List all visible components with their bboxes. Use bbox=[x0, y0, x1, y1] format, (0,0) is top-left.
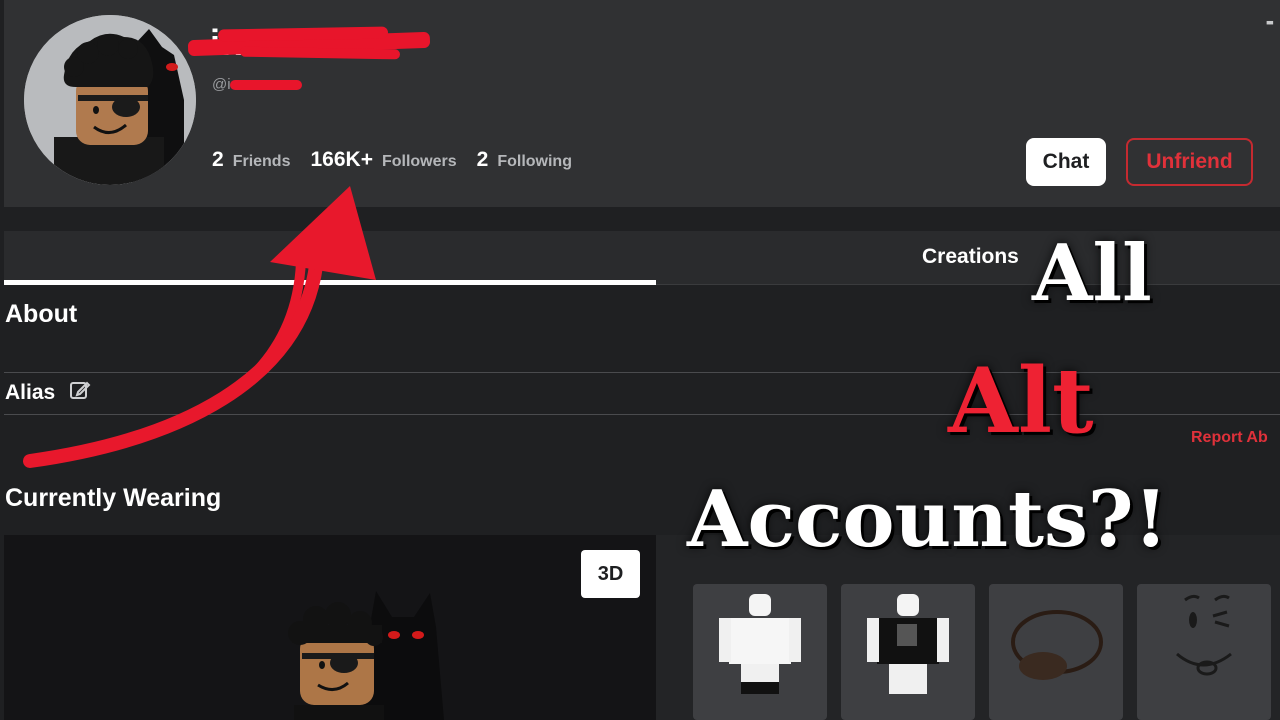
alias-row: Alias bbox=[5, 379, 91, 407]
tab-about-label: A bbox=[322, 245, 338, 268]
avatar-viewer[interactable] bbox=[4, 535, 656, 720]
avatar-render bbox=[288, 591, 444, 720]
following-stat[interactable]: 2 Following bbox=[477, 148, 572, 172]
about-heading: About bbox=[5, 300, 78, 328]
display-name-row: int bbox=[187, 22, 440, 66]
avatar-image bbox=[24, 15, 196, 185]
avatar[interactable] bbox=[24, 15, 196, 185]
following-label: Following bbox=[497, 153, 572, 170]
edit-icon[interactable] bbox=[69, 379, 91, 407]
followers-count: 166K+ bbox=[310, 148, 373, 171]
redaction-mark bbox=[230, 80, 302, 90]
friends-label: Friends bbox=[232, 153, 291, 170]
wearing-item-tile[interactable] bbox=[693, 584, 827, 720]
followers-stat[interactable]: 166K+ Followers bbox=[310, 148, 456, 172]
redaction-mark bbox=[239, 46, 401, 60]
chat-button[interactable]: Chat bbox=[1026, 138, 1106, 186]
black-shirt-thumbnail bbox=[867, 594, 949, 694]
friends-stat[interactable]: 2 Friends bbox=[212, 148, 290, 172]
tab-about[interactable]: A bbox=[4, 231, 656, 285]
eyepatch-thumbnail bbox=[1011, 610, 1103, 680]
report-abuse-link[interactable]: Report Ab bbox=[1191, 429, 1268, 447]
currently-wearing-heading: Currently Wearing bbox=[5, 484, 222, 512]
wearing-item-tile[interactable] bbox=[1137, 584, 1271, 720]
following-count: 2 bbox=[476, 148, 489, 171]
tab-creations[interactable]: Creations bbox=[922, 245, 1019, 269]
active-tab-indicator bbox=[4, 280, 656, 285]
more-icon[interactable]: ▪▪ bbox=[1266, 14, 1274, 30]
overlay-text-alt: Alt bbox=[948, 348, 1094, 454]
face-thumbnail bbox=[1176, 594, 1232, 676]
overlay-text-all: All bbox=[1032, 228, 1152, 319]
followers-label: Followers bbox=[381, 153, 457, 170]
unfriend-button[interactable]: Unfriend bbox=[1126, 138, 1253, 186]
overlay-text-accounts: Accounts?! bbox=[687, 474, 1168, 565]
view-3d-button[interactable]: 3D bbox=[581, 550, 640, 598]
white-outfit-thumbnail bbox=[719, 594, 801, 694]
handle-text: @i bbox=[212, 76, 231, 93]
username-handle: @i bbox=[212, 76, 302, 93]
alias-label: Alias bbox=[5, 381, 56, 404]
wearing-item-tile[interactable] bbox=[841, 584, 975, 720]
social-stats: 2 Friends 166K+ Followers 2 Following bbox=[212, 148, 572, 172]
friends-count: 2 bbox=[212, 148, 224, 171]
wearing-item-tile[interactable] bbox=[989, 584, 1123, 720]
